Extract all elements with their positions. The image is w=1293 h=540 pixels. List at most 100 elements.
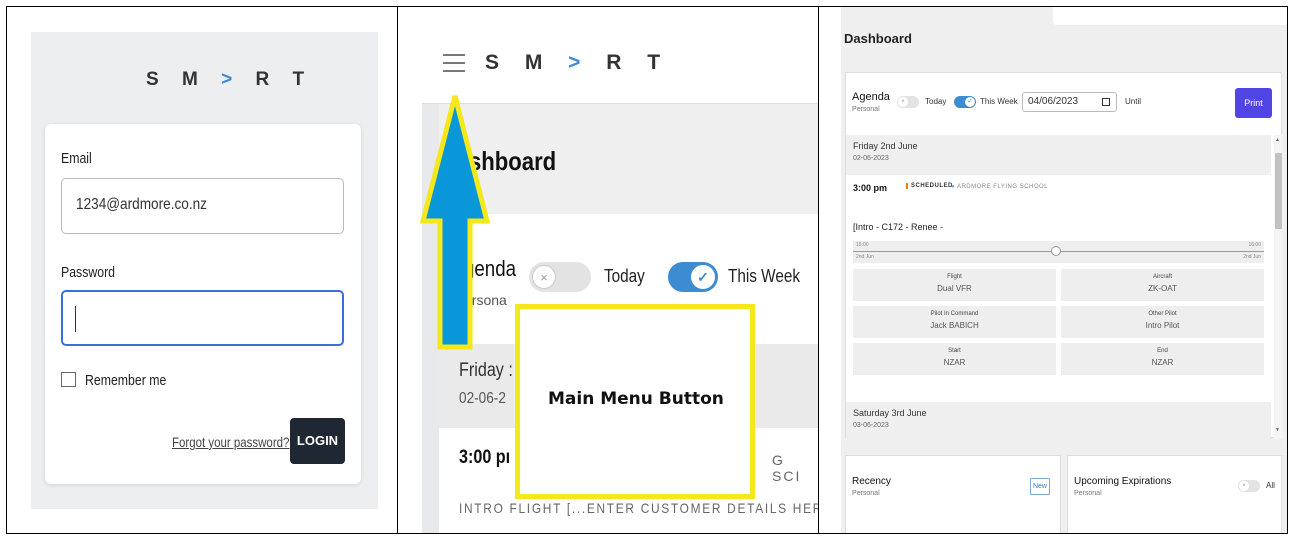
detail-value: NZAR — [943, 358, 966, 367]
day-header: Friday 2nd June 02-06-2023 — [846, 135, 1271, 175]
close-icon: × — [1239, 481, 1249, 491]
day-title: Friday 2nd June — [853, 141, 918, 151]
email-value: 1234@ardmore.co.nz — [76, 196, 207, 213]
day-title: Friday : — [459, 360, 513, 381]
detail-aircraft: Aircraft ZK-OAT — [1061, 269, 1264, 301]
timeline-end-time: 16:00 — [1248, 242, 1261, 248]
this-week-toggle[interactable]: ✓ — [668, 262, 718, 292]
detail-value: NZAR — [1151, 358, 1174, 367]
agenda-list: Friday 2nd June 02-06-2023 3:00 pm SCHED… — [846, 135, 1271, 442]
detail-value: Intro Pilot — [1145, 321, 1180, 330]
expirations-title: Upcoming Expirations — [1074, 476, 1172, 487]
annotation-callout: Main Menu Button — [515, 304, 755, 499]
timeline-marker — [1051, 246, 1061, 256]
remember-me-label: Remember me — [85, 372, 167, 389]
calendar-icon[interactable] — [1102, 98, 1110, 106]
date-value: 04/06/2023 — [1028, 96, 1079, 107]
detail-value: Dual VFR — [937, 284, 972, 293]
detail-label: Pilot In Command — [930, 311, 979, 317]
event-title[interactable]: INTRO FLIGHT [...ENTER CUSTOMER DETAILS … — [459, 500, 818, 516]
day-title: Saturday 3rd June — [853, 408, 927, 418]
agenda-title: Agenda — [852, 91, 890, 103]
recency-title: Recency — [852, 476, 891, 487]
today-toggle[interactable]: × — [529, 262, 591, 292]
event-location-fragment: G SCI — [772, 452, 802, 484]
agenda-card: Agenda Personal × Today ✓ This Week 04/0… — [845, 72, 1283, 442]
all-toggle[interactable]: × — [1238, 480, 1260, 492]
password-label: Password — [61, 264, 116, 281]
login-background: S M > R T Email 1234@ardmore.co.nz Passw… — [31, 32, 378, 509]
text-caret — [75, 306, 76, 332]
detail-label: End — [1157, 348, 1168, 354]
header-bar: S M > R T — [422, 7, 818, 104]
event-location-text: ARDMORE FLYING SCHOOL — [956, 184, 1049, 190]
event-timeline: 15:00 2nd Jun 16:00 2nd Jun — [853, 241, 1264, 263]
this-week-toggle[interactable]: ✓ — [954, 96, 976, 108]
scrollbar-thumb[interactable] — [1275, 153, 1282, 229]
event-time: 3:00 pı — [459, 447, 511, 468]
close-icon: × — [898, 97, 908, 107]
scroll-down-icon[interactable]: ▼ — [1275, 427, 1280, 433]
password-field[interactable] — [61, 290, 344, 346]
timeline-end-day: 2nd Jun — [1243, 254, 1261, 260]
expirations-subtitle: Personal — [1074, 490, 1102, 497]
all-label: All — [1266, 481, 1275, 490]
zoomed-dashboard-panel: S M > R T shboard genda ersona × Today ✓… — [397, 6, 819, 534]
this-week-label: This Week — [728, 266, 800, 286]
up-arrow-annotation — [420, 95, 490, 350]
detail-label: Start — [948, 348, 961, 354]
email-field[interactable]: 1234@ardmore.co.nz — [61, 178, 344, 234]
smart-logo: S M > R T — [485, 51, 671, 74]
detail-value: Jack BABICH — [930, 321, 979, 330]
detail-other-pilot: Other Pilot Intro Pilot — [1061, 306, 1264, 338]
location-pin-icon: ● — [951, 184, 956, 190]
remember-me-checkbox[interactable] — [61, 372, 76, 387]
event-title[interactable]: [Intro - C172 - Renee - — [853, 222, 943, 232]
scroll-up-icon[interactable]: ▲ — [1275, 137, 1280, 143]
forgot-password-link[interactable]: Forgot your password? — [172, 434, 289, 450]
day-date: 03-06-2023 — [853, 422, 889, 429]
detail-flight: Flight Dual VFR — [853, 269, 1056, 301]
status-badge: SCHEDULED — [906, 183, 953, 189]
today-toggle[interactable]: × — [897, 96, 919, 108]
agenda-scrollbar[interactable]: ▲ ▼ — [1274, 135, 1283, 439]
login-panel: S M > R T Email 1234@ardmore.co.nz Passw… — [6, 6, 398, 534]
login-card: Email 1234@ardmore.co.nz Password Rememb… — [45, 124, 361, 484]
date-input[interactable]: 04/06/2023 — [1022, 92, 1117, 112]
event-time: 3:00 pm — [853, 183, 888, 193]
recency-subtitle: Personal — [852, 490, 880, 497]
today-label: Today — [604, 266, 645, 286]
day-date: 02-06-2 — [459, 390, 506, 407]
page-title: Dashboard — [844, 31, 912, 46]
new-button[interactable]: New — [1030, 478, 1050, 495]
detail-label: Aircraft — [1152, 274, 1172, 280]
day-date: 02-06-2023 — [853, 155, 889, 162]
dashboard-panel: Dashboard Agenda Personal × Today ✓ This… — [818, 6, 1288, 534]
detail-end: End NZAR — [1061, 343, 1264, 375]
detail-label: Other Pilot — [1148, 311, 1177, 317]
recency-card: Recency Personal New — [845, 455, 1061, 533]
email-label: Email — [61, 150, 92, 167]
agenda-subtitle: Personal — [852, 106, 880, 113]
top-card-edge — [1053, 7, 1287, 25]
this-week-label: This Week — [980, 97, 1018, 106]
print-button[interactable]: Print — [1235, 88, 1272, 118]
timeline-start-day: 2nd Jun — [856, 254, 874, 260]
detail-value: ZK-OAT — [1148, 284, 1177, 293]
until-label: Until — [1125, 97, 1142, 106]
detail-pilot-in-command: Pilot In Command Jack BABICH — [853, 306, 1056, 338]
detail-start: Start NZAR — [853, 343, 1056, 375]
detail-label: Flight — [947, 274, 962, 280]
today-label: Today — [925, 97, 947, 106]
hamburger-menu-icon[interactable] — [443, 54, 465, 78]
check-icon: ✓ — [691, 265, 715, 289]
event-location: ● ARDMORE FLYING SCHOOL — [951, 184, 1048, 190]
smart-logo: S M > R T — [146, 69, 314, 90]
close-icon: × — [532, 265, 556, 289]
annotation-label: Main Menu Button — [548, 389, 724, 409]
login-button[interactable]: LOGIN — [290, 418, 345, 464]
upcoming-expirations-card: Upcoming Expirations Personal × All — [1067, 455, 1282, 533]
day-header: Saturday 3rd June 03-06-2023 — [846, 402, 1271, 442]
timeline-start-time: 15:00 — [856, 242, 869, 248]
check-icon: ✓ — [965, 97, 975, 107]
